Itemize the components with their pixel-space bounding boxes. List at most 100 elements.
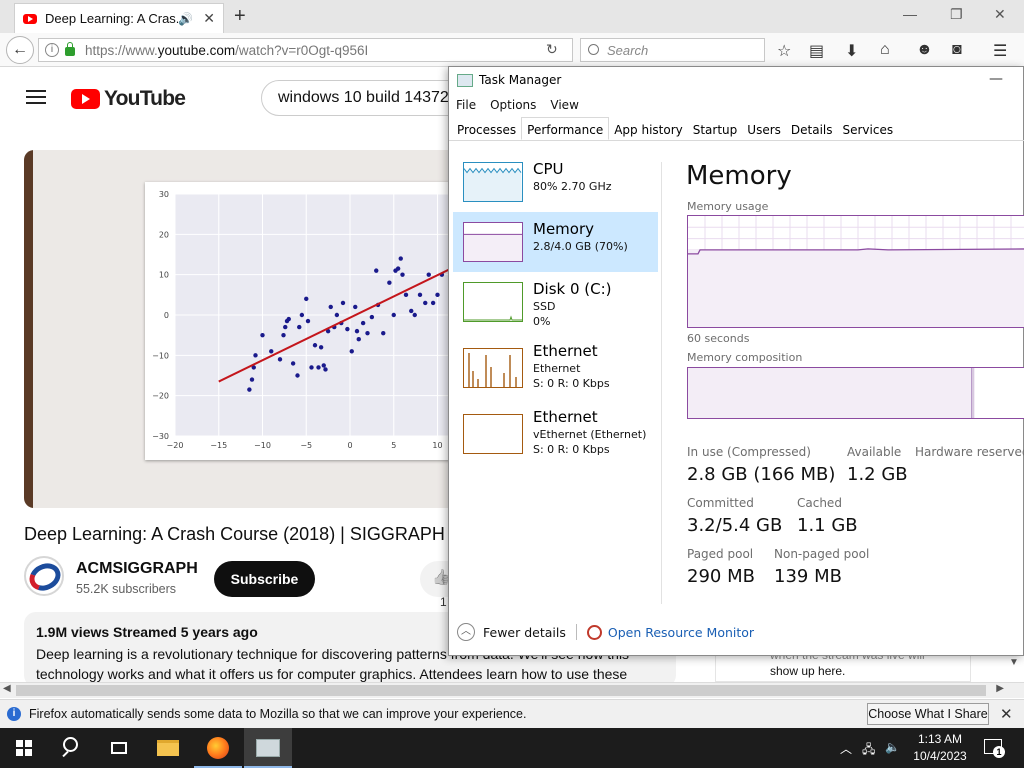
system-clock[interactable]: 1:13 AM 10/4/2023: [905, 731, 975, 765]
task-manager-taskbar-button[interactable]: [244, 728, 292, 768]
data-point: [304, 296, 309, 302]
non-paged-pool-label: Non-paged pool: [774, 547, 870, 561]
data-point: [290, 361, 296, 366]
browser-tab-youtube[interactable]: Deep Learning: A Cras... 🔊 ✕: [14, 3, 224, 33]
clock-date: 10/4/2023: [913, 749, 967, 763]
tab-processes[interactable]: Processes: [452, 119, 521, 141]
download-icon[interactable]: ⬇: [845, 41, 858, 61]
x-tick-label: −20: [167, 441, 184, 450]
scroll-down-arrow-icon[interactable]: ▼: [1009, 657, 1019, 668]
committed-label: Committed: [687, 496, 754, 510]
pocket-icon[interactable]: ◙: [952, 41, 962, 59]
data-point: [247, 387, 252, 392]
menu-icon[interactable]: ☰: [993, 41, 1007, 61]
close-window-button[interactable]: ✕: [994, 6, 1006, 23]
data-point: [321, 363, 326, 368]
data-point: [295, 373, 300, 378]
x-tick-label: −5: [300, 441, 312, 450]
data-point: [360, 320, 366, 326]
back-button[interactable]: ←: [6, 36, 34, 64]
th1-sparkline: [464, 233, 522, 261]
fewer-details-link[interactable]: Fewer details: [483, 625, 566, 640]
data-point: [391, 312, 396, 318]
channel-avatar[interactable]: [24, 556, 64, 596]
task-view-button[interactable]: [96, 728, 144, 768]
th4-sparkline: [464, 415, 522, 453]
resource-vethernet[interactable]: Ethernet vEthernet (Ethernet) S: 0 R: 0 …: [453, 404, 658, 464]
windows-logo-icon: [16, 740, 32, 756]
close-notification-icon[interactable]: ✕: [1000, 705, 1013, 723]
speaker-icon[interactable]: 🔊: [178, 12, 193, 26]
memory-mini-graph: [463, 222, 523, 262]
resource-memory[interactable]: Memory 2.8/4.0 GB (70%): [453, 212, 658, 272]
data-point: [316, 365, 321, 370]
network-icon[interactable]: 🖧: [862, 740, 875, 761]
x-tick-label: −15: [210, 441, 227, 450]
in-use-value: 2.8 GB (166 MB): [687, 464, 836, 485]
y-tick-label: 0: [164, 311, 169, 320]
reading-list-icon[interactable]: ▤: [809, 41, 824, 61]
resource-cpu[interactable]: CPU 80% 2.70 GHz: [453, 152, 658, 212]
tab-app-history[interactable]: App history: [609, 119, 688, 141]
resource-detail: Ethernet: [533, 362, 581, 375]
resource-disk[interactable]: Disk 0 (C:) SSD 0%: [453, 272, 658, 332]
close-tab-icon[interactable]: ✕: [203, 10, 215, 27]
youtube-logo[interactable]: YouTube: [71, 87, 186, 111]
new-tab-button[interactable]: +: [234, 5, 246, 28]
data-point: [381, 330, 386, 336]
resource-name: Ethernet: [533, 342, 598, 360]
resource-ethernet[interactable]: Ethernet Ethernet S: 0 R: 0 Kbps: [453, 338, 658, 398]
horizontal-scrollbar[interactable]: ◀ ▶: [0, 682, 1024, 698]
firefox-taskbar-button[interactable]: [194, 728, 242, 768]
scrollbar-thumb[interactable]: [16, 685, 986, 696]
tab-users[interactable]: Users: [742, 119, 786, 141]
data-point: [305, 318, 311, 324]
task-manager-tabs: Processes Performance App history Startu…: [449, 117, 1024, 141]
data-point: [435, 292, 440, 298]
address-bar[interactable]: i https://www. youtube.com/watch?v=r0Ogt-…: [38, 38, 573, 62]
clock-time: 1:13 AM: [917, 732, 963, 746]
tab-services[interactable]: Services: [838, 119, 899, 141]
tab-details[interactable]: Details: [786, 119, 838, 141]
taskbar-search-button[interactable]: [48, 728, 96, 768]
restore-window-button[interactable]: ❐: [950, 6, 963, 23]
scroll-right-arrow-icon[interactable]: ▶: [996, 683, 1004, 694]
choose-what-i-share-button[interactable]: Choose What I Share: [867, 703, 989, 725]
action-center-button[interactable]: 1: [984, 739, 1005, 758]
tab-performance[interactable]: Performance: [521, 117, 610, 140]
data-point: [249, 377, 255, 382]
in-use-label: In use (Compressed): [687, 445, 811, 459]
menu-options[interactable]: Options: [490, 98, 536, 112]
volume-muted-icon[interactable]: 🔈: [885, 740, 900, 754]
show-hidden-icons-chevron-icon[interactable]: ︿: [840, 740, 852, 757]
start-button[interactable]: [0, 728, 48, 768]
chevron-up-icon[interactable]: ︿: [457, 623, 475, 641]
tab-startup[interactable]: Startup: [688, 119, 743, 141]
notification-message: Firefox automatically sends some data to…: [29, 707, 527, 721]
channel-name[interactable]: ACMSIGGRAPH: [76, 560, 198, 578]
video-player[interactable]: −20 −15 −10 −5 0 5 10 30 20 10 0 −10 −20 −30: [24, 150, 454, 508]
data-point: [253, 353, 258, 358]
reload-icon[interactable]: ↻: [546, 41, 558, 58]
youtube-favicon-icon: [23, 13, 37, 24]
bookmark-star-icon[interactable]: ☆: [777, 41, 791, 61]
hamburger-menu-icon[interactable]: [26, 90, 46, 104]
open-resource-monitor-link[interactable]: Open Resource Monitor: [608, 625, 754, 640]
data-point: [283, 324, 288, 330]
hello-chat-icon[interactable]: ☻: [916, 41, 933, 59]
home-icon[interactable]: ⌂: [880, 41, 890, 59]
resource-monitor-icon: [586, 624, 602, 640]
vethernet-mini-graph: [463, 414, 523, 454]
y-tick-label: 10: [159, 271, 169, 280]
file-explorer-button[interactable]: [144, 728, 192, 768]
minimize-button[interactable]: —: [989, 71, 1003, 87]
info-icon[interactable]: i: [45, 43, 59, 57]
menu-file[interactable]: File: [456, 98, 476, 112]
scroll-left-arrow-icon[interactable]: ◀: [3, 683, 11, 694]
menu-view[interactable]: View: [550, 98, 578, 112]
task-view-icon: [111, 742, 127, 754]
browser-search-input[interactable]: Search: [580, 38, 765, 62]
subscribe-button[interactable]: Subscribe: [214, 561, 315, 597]
data-point: [400, 272, 405, 277]
minimize-window-button[interactable]: —: [903, 6, 917, 22]
